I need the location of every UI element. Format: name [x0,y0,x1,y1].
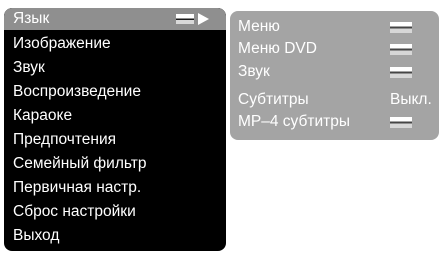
menu-item-picture[interactable]: Изображение [4,33,226,55]
menu-item-sound[interactable]: Звук [4,57,226,79]
menu-item-label: Выход [13,227,60,244]
submenu-item-label: Субтитры [238,91,309,108]
menu-item-reset-settings[interactable]: Сброс настройки [4,201,226,223]
value-bar-icon [390,117,412,128]
menu-item-initial-setup[interactable]: Первичная настр. [4,177,226,199]
submenu-item-label: MP–4 субтитры [238,113,350,130]
value-bar-icon [390,67,412,78]
menu-item-playback[interactable]: Воспроизведение [4,81,226,103]
menu-item-parental-control[interactable]: Семейный фильтр [4,153,226,175]
menu-item-label: Язык [13,10,50,27]
submenu-item-audio[interactable]: Звук [230,61,439,83]
submenu-item-menu[interactable]: Меню [230,16,439,38]
main-menu: Язык Изображение Звук Воспроизведение Ка… [4,8,226,251]
menu-item-label: Звук [13,59,45,76]
menu-item-label: Сброс настройки [13,203,136,220]
submenu-item-label: Меню DVD [238,40,317,57]
submenu-item-dvd-menu[interactable]: Меню DVD [230,38,439,60]
menu-item-exit[interactable]: Выход [4,225,226,247]
menu-item-language[interactable]: Язык [4,8,226,30]
menu-item-label: Караоке [13,107,73,124]
submenu-item-value: Выкл. [390,91,432,108]
menu-item-label: Предпочтения [13,131,116,148]
menu-item-karaoke[interactable]: Караоке [4,105,226,127]
submenu-item-label: Звук [238,63,270,80]
submenu-item-subtitles[interactable]: Субтитры Выкл. [230,89,439,111]
submenu-item-mp4-subtitles[interactable]: MP–4 субтитры [230,111,439,133]
language-submenu: Меню Меню DVD Звук Субтитры Выкл. MP–4 с… [230,11,439,140]
triangle-right-icon [198,13,209,25]
menu-item-label: Воспроизведение [13,83,141,100]
menu-item-preferences[interactable]: Предпочтения [4,129,226,151]
submenu-item-label: Меню [238,18,280,35]
menu-item-label: Изображение [13,35,111,52]
menu-item-label: Семейный фильтр [13,155,147,172]
selection-bar-icon [176,14,194,24]
menu-item-label: Первичная настр. [13,179,142,196]
value-bar-icon [390,44,412,55]
value-bar-icon [390,22,412,33]
